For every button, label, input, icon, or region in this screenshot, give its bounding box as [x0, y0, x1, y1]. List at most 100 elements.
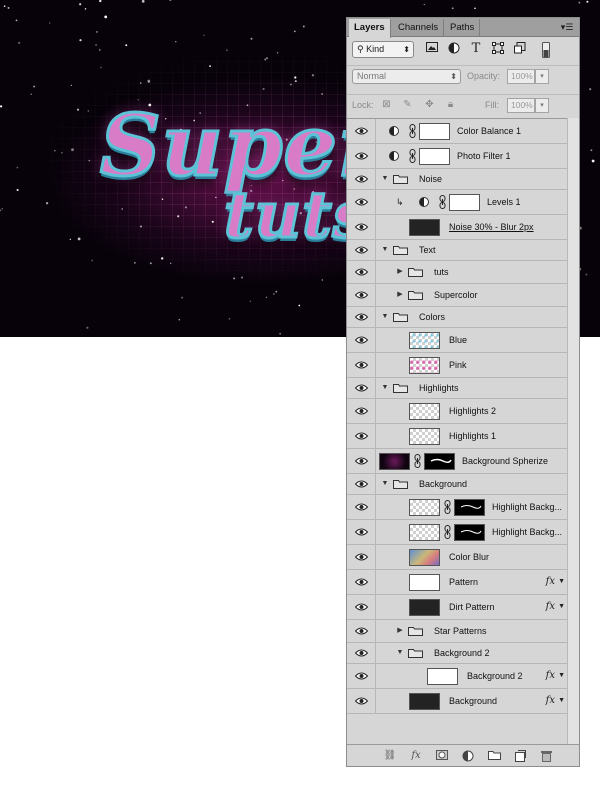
layer-row[interactable]: ▼ Background 2: [347, 643, 567, 664]
visibility-eye-icon[interactable]: [347, 520, 376, 544]
expand-triangle-closed-icon[interactable]: ▶: [396, 627, 404, 635]
fill-input[interactable]: 100%: [507, 98, 535, 113]
layer-row[interactable]: Color Balance 1: [347, 119, 567, 144]
layer-thumbnail[interactable]: [409, 332, 440, 349]
layer-row[interactable]: ▼ Text: [347, 240, 567, 261]
layer-row[interactable]: ↳ Levels 1: [347, 190, 567, 215]
layer-thumbnail[interactable]: [409, 599, 440, 616]
visibility-eye-icon[interactable]: [347, 620, 376, 642]
layer-name[interactable]: Noise 30% - Blur 2px: [449, 221, 534, 233]
layer-row[interactable]: Dirt Pattern fx ▼: [347, 595, 567, 620]
visibility-eye-icon[interactable]: [347, 545, 376, 569]
layer-row[interactable]: Highlight Backg...: [347, 495, 567, 520]
visibility-eye-icon[interactable]: [347, 119, 376, 143]
layer-name[interactable]: Pink: [449, 359, 467, 371]
visibility-eye-icon[interactable]: [347, 474, 376, 494]
layer-row[interactable]: ▶ Star Patterns: [347, 620, 567, 643]
layer-thumbnail[interactable]: [409, 524, 440, 541]
visibility-eye-icon[interactable]: [347, 378, 376, 398]
expand-triangle-open-icon[interactable]: ▼: [381, 246, 389, 254]
visibility-eye-icon[interactable]: [347, 169, 376, 189]
visibility-eye-icon[interactable]: [347, 449, 376, 473]
smart-object-filter-icon[interactable]: [513, 42, 527, 56]
new-layer-icon[interactable]: [513, 750, 527, 762]
new-group-icon[interactable]: [487, 750, 501, 762]
visibility-eye-icon[interactable]: [347, 144, 376, 168]
add-layer-style-icon[interactable]: fx: [409, 750, 423, 762]
layer-thumbnail[interactable]: [409, 499, 440, 516]
lock-all-icon[interactable]: 🔒︎: [444, 98, 457, 111]
layer-name[interactable]: Background Spherize: [462, 455, 548, 467]
layer-name[interactable]: Supercolor: [434, 289, 478, 301]
mask-link-icon[interactable]: [409, 149, 416, 163]
layer-name[interactable]: Background: [449, 695, 497, 707]
tab-channels[interactable]: Channels: [393, 19, 445, 37]
tab-layers[interactable]: Layers: [349, 19, 391, 38]
layer-effects-icon[interactable]: fx: [546, 601, 555, 613]
layer-row[interactable]: Pink: [347, 353, 567, 378]
layer-effects-icon[interactable]: fx: [546, 670, 555, 682]
expand-triangle-open-icon[interactable]: ▼: [381, 313, 389, 321]
mask-link-icon[interactable]: [444, 500, 451, 514]
opacity-dropdown-icon[interactable]: ▾: [535, 69, 549, 84]
mask-link-icon[interactable]: [439, 195, 446, 209]
layer-thumbnail[interactable]: [409, 357, 440, 374]
panel-menu-icon[interactable]: ▾☰: [559, 20, 575, 34]
layer-mask-thumbnail[interactable]: [424, 453, 455, 470]
layer-name[interactable]: Background 2: [467, 670, 523, 682]
layer-name[interactable]: Highlights 2: [449, 405, 496, 417]
add-mask-icon[interactable]: [435, 750, 449, 762]
type-filter-icon[interactable]: T: [469, 42, 483, 56]
layer-row[interactable]: ▶ tuts: [347, 261, 567, 284]
layer-row[interactable]: Highlights 2: [347, 399, 567, 424]
visibility-eye-icon[interactable]: [347, 424, 376, 448]
layer-name[interactable]: Colors: [419, 311, 445, 323]
kind-filter-select[interactable]: ⚲ Kind ⬍: [352, 41, 414, 58]
lock-position-icon[interactable]: ✥: [423, 98, 436, 111]
visibility-eye-icon[interactable]: [347, 307, 376, 327]
layer-name[interactable]: Highlight Backg...: [492, 526, 562, 538]
expand-triangle-open-icon[interactable]: ▼: [381, 384, 389, 392]
layer-name[interactable]: Levels 1: [487, 196, 521, 208]
layer-name[interactable]: Background 2: [434, 647, 490, 659]
layer-mask-thumbnail[interactable]: [419, 148, 450, 165]
layer-name[interactable]: Star Patterns: [434, 625, 487, 637]
visibility-eye-icon[interactable]: [347, 353, 376, 377]
effects-expand-icon[interactable]: ▼: [558, 578, 565, 586]
layer-row[interactable]: Highlights 1: [347, 424, 567, 449]
layer-mask-thumbnail[interactable]: [454, 524, 485, 541]
layer-name[interactable]: Color Blur: [449, 551, 489, 563]
layer-row[interactable]: Background fx ▼: [347, 689, 567, 714]
visibility-eye-icon[interactable]: [347, 215, 376, 239]
layer-row[interactable]: Pattern fx ▼: [347, 570, 567, 595]
lock-transparent-pixels-icon[interactable]: ⊠: [380, 98, 393, 111]
layer-row[interactable]: ▼ Noise: [347, 169, 567, 190]
layer-name[interactable]: Color Balance 1: [457, 125, 521, 137]
layer-thumbnail[interactable]: [379, 453, 410, 470]
layer-list-scrollbar[interactable]: [567, 118, 579, 744]
expand-triangle-open-icon[interactable]: ▼: [381, 480, 389, 488]
layer-row[interactable]: Blue: [347, 328, 567, 353]
layer-name[interactable]: Highlight Backg...: [492, 501, 562, 513]
effects-expand-icon[interactable]: ▼: [558, 603, 565, 611]
opacity-input[interactable]: 100%: [507, 69, 535, 84]
filter-toggle-icon[interactable]: [539, 42, 553, 58]
image-filter-icon[interactable]: [425, 42, 439, 56]
layer-thumbnail[interactable]: [409, 574, 440, 591]
layer-name[interactable]: tuts: [434, 266, 449, 278]
layer-thumbnail[interactable]: [409, 693, 440, 710]
visibility-eye-icon[interactable]: [347, 284, 376, 306]
layer-row[interactable]: Background 2 fx ▼: [347, 664, 567, 689]
visibility-eye-icon[interactable]: [347, 399, 376, 423]
layer-row[interactable]: ▼ Highlights: [347, 378, 567, 399]
layer-mask-thumbnail[interactable]: [419, 123, 450, 140]
layer-mask-thumbnail[interactable]: [449, 194, 480, 211]
layer-name[interactable]: Blue: [449, 334, 467, 346]
visibility-eye-icon[interactable]: [347, 643, 376, 663]
visibility-eye-icon[interactable]: [347, 664, 376, 688]
layer-thumbnail[interactable]: [409, 549, 440, 566]
expand-triangle-open-icon[interactable]: ▼: [396, 649, 404, 657]
layer-row[interactable]: Highlight Backg...: [347, 520, 567, 545]
layer-name[interactable]: Background: [419, 478, 467, 490]
layer-name[interactable]: Pattern: [449, 576, 478, 588]
